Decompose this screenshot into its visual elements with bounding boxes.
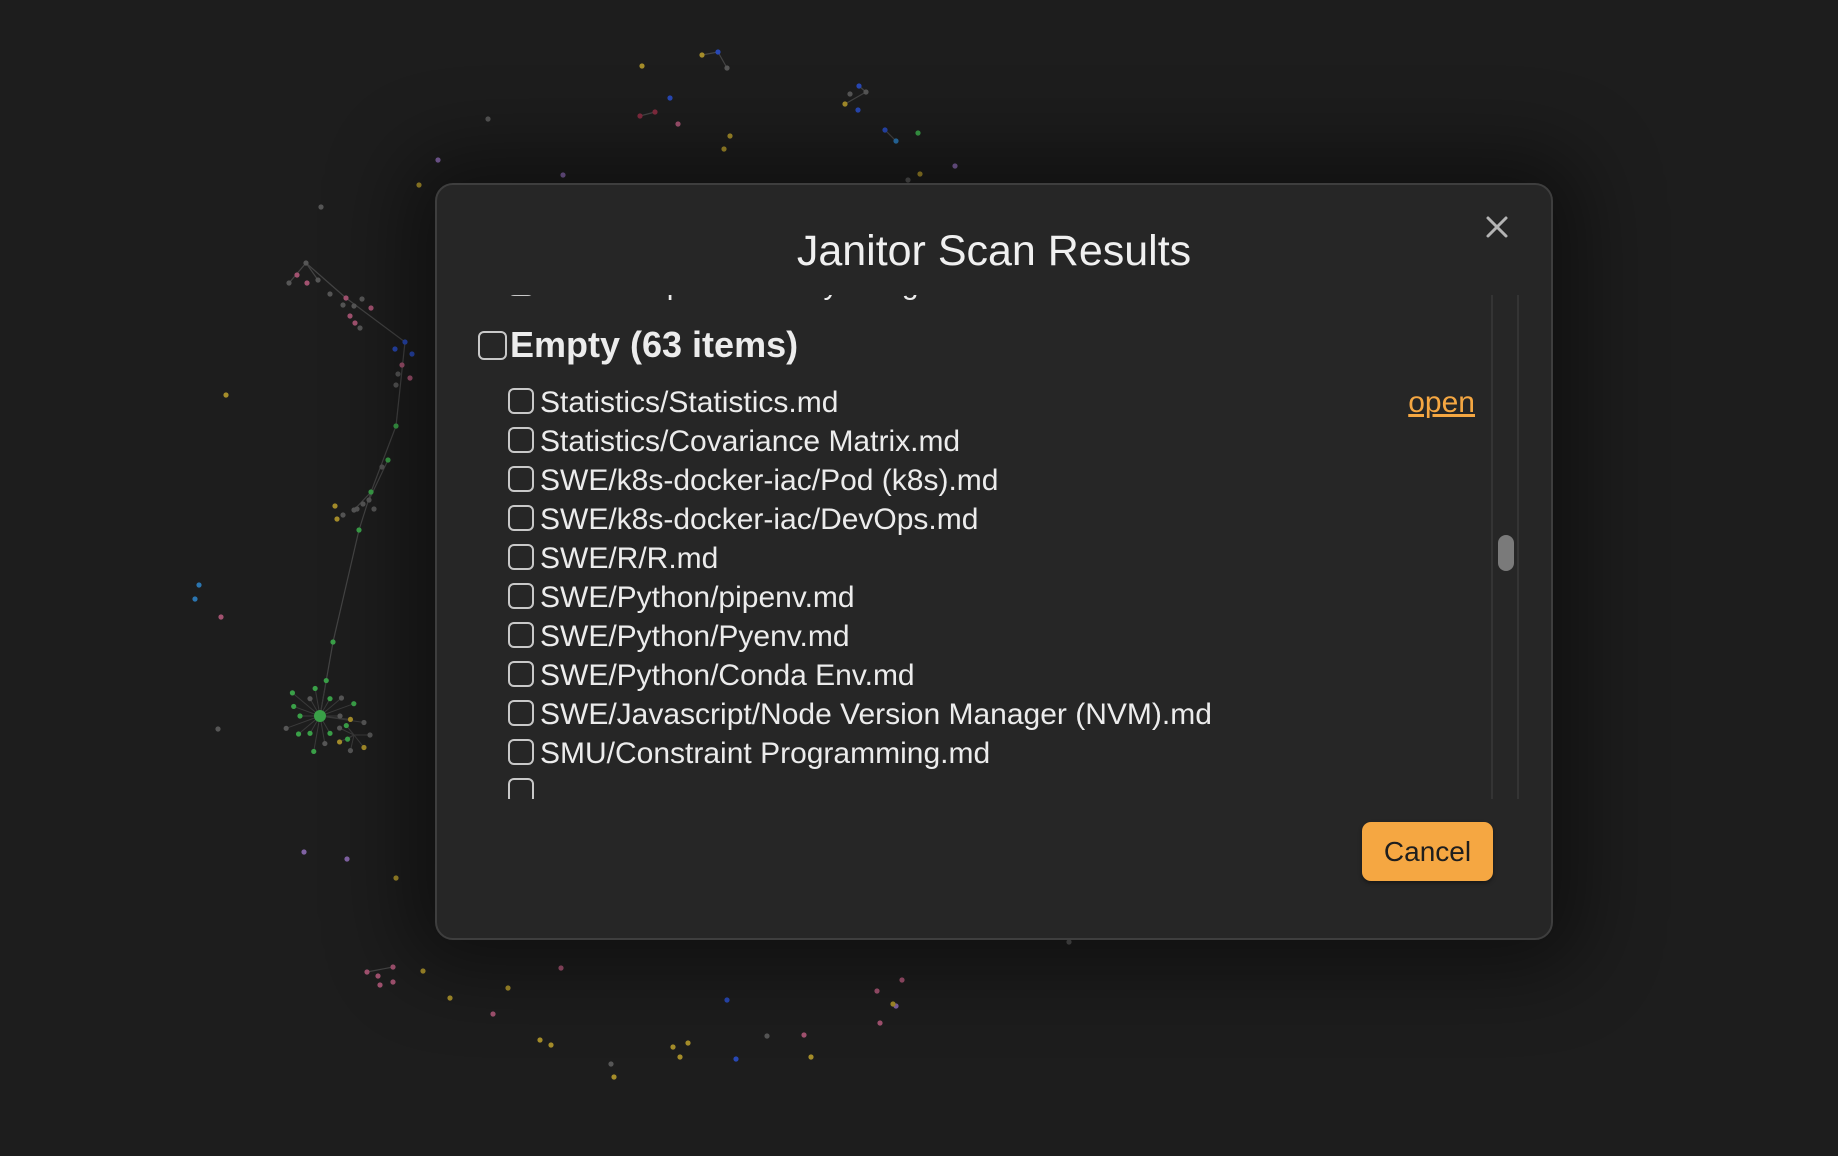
file-path: SWE/Javascript/Node Version Manager (NVM… (540, 698, 1212, 731)
open-link[interactable]: open (1408, 385, 1475, 421)
file-path: Statistics/Statistics.md (540, 386, 839, 419)
file-path: SMU/Constraint Programming.md (540, 737, 991, 770)
list-item[interactable]: SWE/Python/Conda Env.md (477, 658, 1507, 697)
file-checkbox[interactable] (508, 427, 534, 453)
file-checkbox[interactable] (508, 778, 534, 799)
list-item[interactable]: Statistics/Statistics.md open (477, 385, 1507, 424)
cancel-button[interactable]: Cancel (1362, 822, 1493, 881)
file-path: SWE/Python/Conda Env.md (540, 659, 915, 692)
close-button[interactable] (1477, 207, 1517, 247)
list-item[interactable]: SWE/Python/Pyenv.md (477, 619, 1507, 658)
janitor-scan-results-dialog: Janitor Scan Results Context/spacesLastS… (435, 183, 1553, 940)
list-item[interactable]: SMU/Constraint Programming.md (477, 736, 1507, 775)
file-checkbox[interactable] (508, 295, 534, 296)
file-path: Statistics/Covariance Matrix.md (540, 425, 961, 458)
list-item[interactable]: SWE/k8s-docker-iac/Pod (k8s).md (477, 463, 1507, 502)
file-path: SWE/k8s-docker-iac/DevOps.md (540, 503, 979, 536)
file-path: SWE/k8s-docker-iac/Pod (k8s).md (540, 464, 999, 497)
group-header-empty[interactable]: Empty (63 items) (477, 320, 1507, 368)
list-scrollbar[interactable] (1491, 295, 1519, 799)
file-path: Context/spacesLastSync.log (540, 295, 919, 303)
list-item[interactable]: Statistics/Covariance Matrix.md (477, 424, 1507, 463)
file-checkbox[interactable] (508, 700, 534, 726)
dialog-title: Janitor Scan Results (796, 227, 1192, 275)
group-label: Empty (63 items) (510, 324, 799, 365)
scan-results-list[interactable]: Context/spacesLastSync.log Empty (63 ite… (477, 295, 1507, 799)
list-item[interactable]: SWE/Javascript/Node Version Manager (NVM… (477, 697, 1507, 736)
list-item[interactable]: SWE/k8s-docker-iac/DevOps.md (477, 502, 1507, 541)
file-path: SWE/R/R.md (540, 542, 719, 575)
file-checkbox[interactable] (508, 505, 534, 531)
file-checkbox[interactable] (508, 544, 534, 570)
list-item[interactable]: SWE/Python/pipenv.md (477, 580, 1507, 619)
file-checkbox[interactable] (508, 622, 534, 648)
list-item[interactable]: SWE/R/R.md (477, 541, 1507, 580)
close-icon (1486, 216, 1508, 238)
file-checkbox[interactable] (508, 661, 534, 687)
file-checkbox[interactable] (508, 583, 534, 609)
list-item[interactable]: Context/spacesLastSync.log (477, 295, 1507, 306)
scrollbar-thumb[interactable] (1498, 535, 1514, 571)
group-checkbox[interactable] (478, 331, 507, 360)
file-path: SWE/Python/Pyenv.md (540, 620, 850, 653)
list-item[interactable] (477, 775, 1507, 799)
file-checkbox[interactable] (508, 388, 534, 414)
file-checkbox[interactable] (508, 739, 534, 765)
file-path: SWE/Python/pipenv.md (540, 581, 855, 614)
file-checkbox[interactable] (508, 466, 534, 492)
